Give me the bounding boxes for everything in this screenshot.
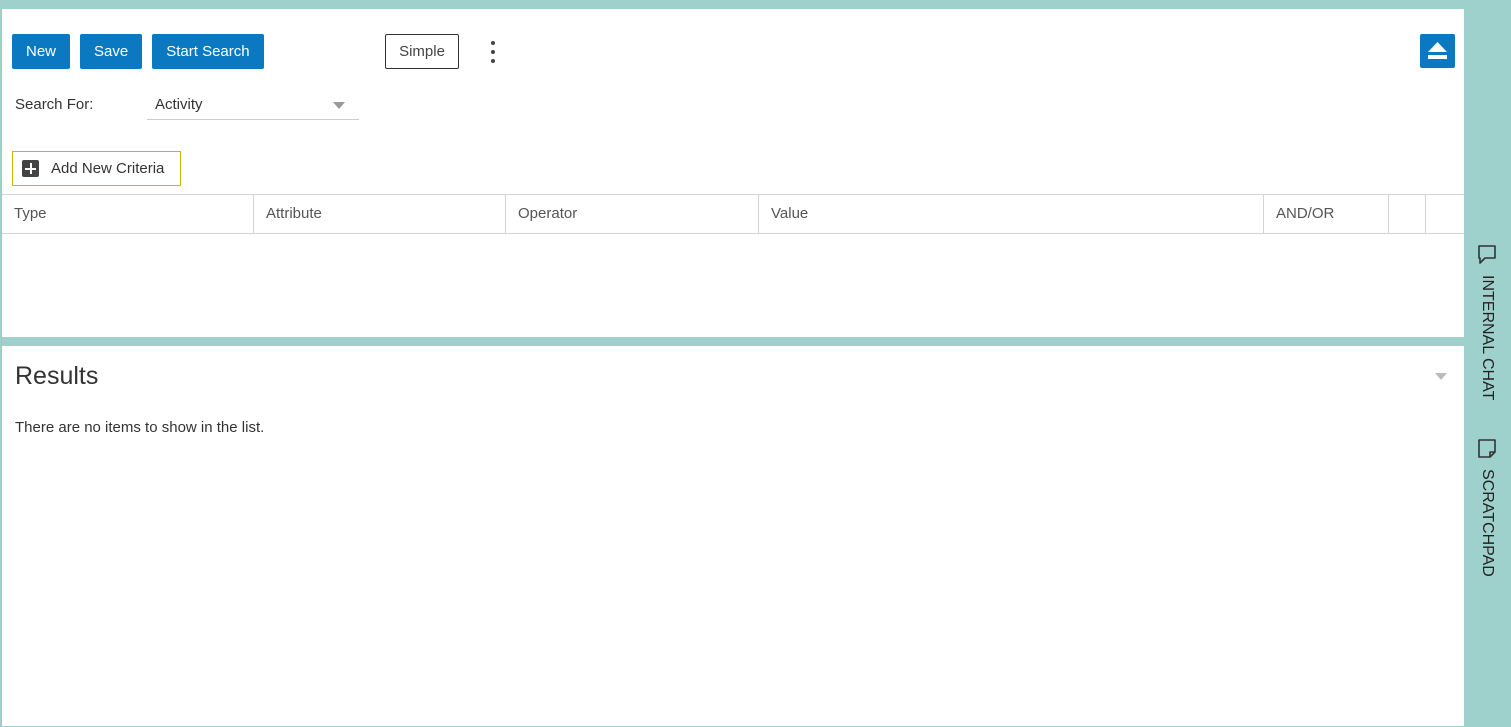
simple-toggle-button[interactable]: Simple [385,34,459,69]
column-header-value: Value [759,195,1264,233]
column-header-extra [1426,195,1464,233]
add-new-criteria-button[interactable]: Add New Criteria [12,151,181,186]
column-header-actions [1389,195,1426,233]
eject-icon [1428,42,1447,59]
search-for-select[interactable]: Activity [147,93,359,120]
chevron-down-icon [333,102,345,109]
eject-button[interactable] [1420,34,1455,68]
scratchpad-label: SCRATCHPAD [1479,469,1496,577]
search-panel: New Save Start Search Simple Search For:… [1,9,1464,726]
results-empty-message: There are no items to show in the list. [15,419,265,436]
side-panel: INTERNAL CHAT SCRATCHPAD [1463,0,1511,727]
note-icon [1478,439,1496,458]
column-header-operator: Operator [506,195,759,233]
start-search-button[interactable]: Start Search [152,34,264,69]
column-header-type: Type [2,195,254,233]
scratchpad-tab[interactable]: SCRATCHPAD [1476,437,1500,582]
results-collapse-icon[interactable] [1435,373,1447,380]
save-button[interactable]: Save [80,34,143,69]
results-title: Results [15,362,99,390]
internal-chat-label: INTERNAL CHAT [1479,275,1496,401]
chat-bubble-icon [1478,245,1496,264]
search-for-label: Search For: [15,96,94,113]
more-options-icon[interactable] [482,39,504,65]
internal-chat-tab[interactable]: INTERNAL CHAT [1476,243,1500,408]
plus-icon [22,160,39,177]
criteria-table-header: Type Attribute Operator Value AND/OR [2,194,1464,234]
column-header-attribute: Attribute [254,195,506,233]
new-button[interactable]: New [12,34,71,69]
column-header-and-or: AND/OR [1264,195,1389,233]
add-new-criteria-label: Add New Criteria [51,160,165,177]
panel-divider[interactable] [2,337,1464,346]
toolbar: New Save Start Search [12,34,274,69]
search-for-value: Activity [155,96,203,113]
